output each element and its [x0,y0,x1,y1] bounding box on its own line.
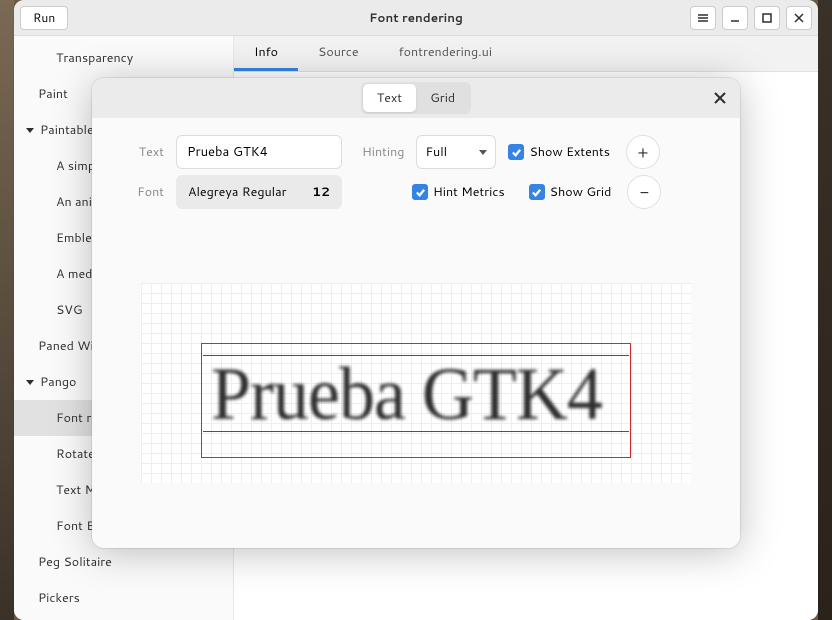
view-grid-button[interactable]: Grid [416,84,469,112]
sidebar-item-label: Pango [40,373,76,391]
sidebar-item[interactable]: Peg Solitaire [14,544,233,580]
check-icon [412,184,428,200]
minimize-button[interactable] [722,6,748,30]
chevron-down-icon [26,128,34,133]
chevron-down-icon [479,150,487,155]
check-icon [508,144,524,160]
hint-metrics-label: Hint Metrics [433,183,505,201]
headerbar: Run Font rendering [14,0,818,36]
sidebar-item[interactable]: Transparency [14,40,233,76]
hinting-value: Full [425,143,447,161]
view-text-button[interactable]: Text [363,84,416,112]
close-button[interactable] [786,6,812,30]
tab-info[interactable]: Info [234,36,298,71]
text-label: Text [112,143,164,161]
zoom-in-button[interactable]: + [626,135,660,169]
font-button[interactable]: Alegreya Regular 12 [176,175,342,209]
run-button[interactable]: Run [20,6,68,30]
check-icon [529,184,545,200]
sidebar-item[interactable]: Pickers [14,580,233,616]
show-grid-label: Show Grid [550,183,612,201]
view-switcher: Text Grid [361,82,471,114]
menu-button[interactable] [690,6,716,30]
dialog-header: Text Grid [92,78,740,118]
font-label: Font [112,183,164,201]
font-size: 12 [312,183,330,201]
render-canvas-wrap: Prueba GTK4 [112,232,720,534]
hint-metrics-checkbox[interactable]: Hint Metrics [412,183,505,201]
rendered-text: Prueba GTK4 [211,351,602,438]
tabbar: Info Source fontrendering.ui [234,36,818,72]
show-extents-label: Show Extents [529,143,609,161]
hinting-label: Hinting [362,143,404,161]
font-name: Alegreya Regular [188,183,287,201]
font-rendering-dialog: Text Grid Text Hinting Full Show Extents… [92,78,740,548]
maximize-button[interactable] [754,6,780,30]
window-controls [690,6,812,30]
tab-ui-file[interactable]: fontrendering.ui [379,36,512,71]
text-input[interactable] [176,135,342,169]
tab-source[interactable]: Source [298,36,379,71]
show-extents-checkbox[interactable]: Show Extents [508,143,609,161]
dialog-close-button[interactable] [708,86,732,110]
render-canvas: Prueba GTK4 [141,283,691,483]
zoom-out-button[interactable]: − [627,175,661,209]
sidebar-item-label: Paintables [40,121,100,139]
hinting-select[interactable]: Full [416,135,496,169]
dialog-body: Text Hinting Full Show Extents + Font Al… [92,118,740,548]
chevron-down-icon [26,380,34,385]
show-grid-checkbox[interactable]: Show Grid [529,183,612,201]
